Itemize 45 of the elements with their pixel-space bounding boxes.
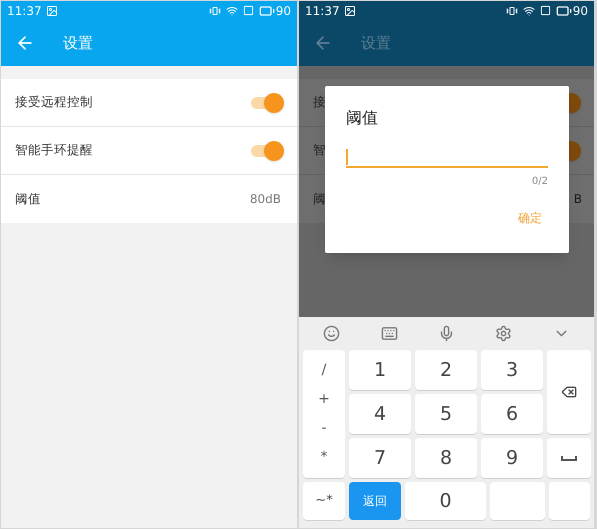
space-key[interactable] <box>547 438 591 478</box>
vibrate-icon <box>506 4 518 16</box>
digit-key[interactable]: 9 <box>481 438 543 478</box>
square-icon <box>242 5 254 16</box>
setting-label: 智能手环提醒 <box>15 141 93 160</box>
status-time: 11:37 <box>7 2 42 20</box>
emoji-icon[interactable] <box>323 325 340 342</box>
image-icon <box>46 4 58 16</box>
keyboard-icon[interactable] <box>380 325 398 342</box>
setting-label: 接受远程控制 <box>15 93 93 112</box>
setting-label: 阈值 <box>15 190 41 208</box>
setting-label: 智 <box>313 141 326 160</box>
battery-level: 90 <box>276 2 291 20</box>
status-time: 11:37 <box>305 2 340 20</box>
symbol-switch-key[interactable]: ~* <box>303 482 345 520</box>
backspace-icon <box>561 384 577 400</box>
digit-key[interactable]: 6 <box>481 394 543 434</box>
digit-key[interactable]: 3 <box>481 350 543 390</box>
dialog-title: 阈值 <box>346 107 379 129</box>
page-title: 设置 <box>63 32 93 54</box>
digit-key[interactable]: 8 <box>415 438 477 478</box>
wifi-icon <box>226 4 238 16</box>
image-icon <box>344 4 356 16</box>
settings-icon[interactable] <box>495 325 512 342</box>
vibrate-icon <box>208 4 221 16</box>
digit-key[interactable]: 4 <box>349 394 411 434</box>
digit-key[interactable]: 2 <box>415 350 477 390</box>
page-title: 设置 <box>361 32 391 54</box>
setting-value: 80dB <box>250 191 281 208</box>
input-field[interactable] <box>346 148 548 168</box>
symbol-key[interactable]: / <box>322 360 326 381</box>
setting-value: B <box>574 191 582 208</box>
wifi-icon <box>522 4 535 16</box>
digit-key[interactable]: 1 <box>349 350 411 390</box>
character-counter: 0/2 <box>532 175 548 189</box>
battery-level: 90 <box>572 2 588 20</box>
symbol-key[interactable]: - <box>321 418 327 439</box>
square-icon <box>540 5 551 16</box>
symbol-key[interactable]: + <box>318 389 330 410</box>
digit-key[interactable]: 5 <box>415 394 477 434</box>
zero-key[interactable]: 0 <box>405 482 486 520</box>
digit-key[interactable]: 7 <box>349 438 411 478</box>
symbol-key[interactable]: * <box>320 447 328 468</box>
setting-label: 阈 <box>313 190 326 208</box>
setting-label: 接 <box>313 93 326 112</box>
